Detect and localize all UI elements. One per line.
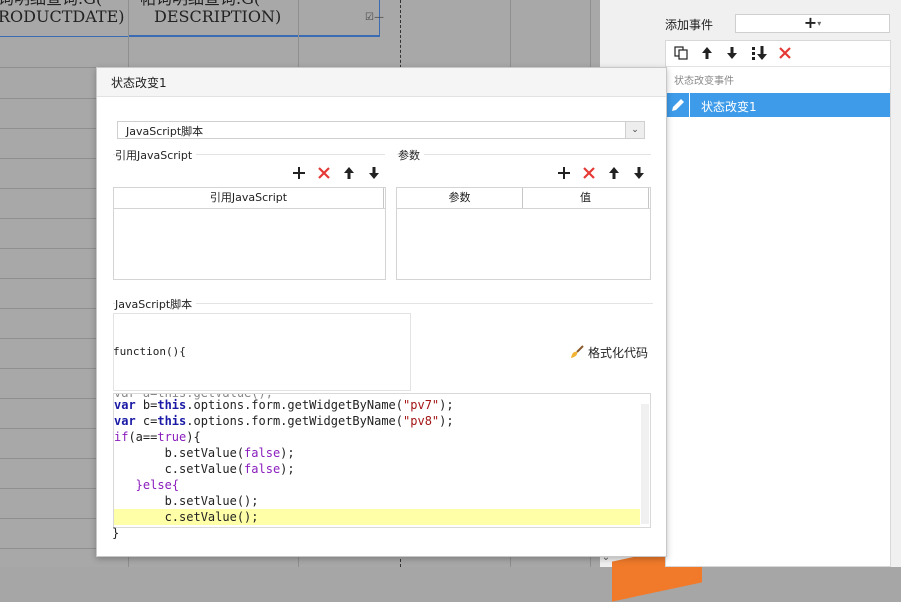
code-line: b.setValue(); (114, 494, 259, 508)
delete-icon[interactable] (778, 46, 792, 60)
code-line: b.setValue(false); (114, 446, 295, 460)
plus-icon (558, 167, 570, 179)
arrow-up-icon (344, 167, 354, 179)
move-down-param-button[interactable] (631, 165, 647, 181)
event-category-label: 状态改变事件 (674, 76, 734, 87)
move-down-icon[interactable] (725, 46, 739, 60)
event-edit-dialog: 状态改变1 JavaScript脚本 ⌄ 引用JavaScript 引用Java… (96, 67, 667, 557)
arrow-down-icon (369, 167, 379, 179)
caret-down-icon: ▾ (817, 19, 822, 28)
event-toolbar (666, 41, 890, 67)
plus-icon (293, 167, 305, 179)
code-line: if(a==true){ (114, 430, 201, 444)
ref-js-table[interactable]: 引用JavaScript (113, 187, 386, 280)
delete-icon (583, 167, 595, 179)
move-down-ref-js-button[interactable] (366, 165, 382, 181)
code-line: }else{ (114, 478, 180, 492)
event-list-panel: 状态改变事件 状态改变1 (665, 40, 891, 567)
arrow-up-icon (609, 167, 619, 179)
add-event-button[interactable]: +▾ (735, 14, 890, 33)
code-line-active: c.setValue(); (114, 509, 640, 525)
dialog-title: 状态改变1 (111, 76, 167, 90)
script-type-select[interactable]: JavaScript脚本 ⌄ (117, 121, 645, 139)
add-param-button[interactable] (556, 165, 572, 181)
code-editor[interactable]: var a=this.getValue(); var b=this.option… (113, 393, 651, 528)
move-up-ref-js-button[interactable] (341, 165, 357, 181)
params-table-header: 参数 值 (397, 188, 650, 209)
code-line: c.setValue(false); (114, 462, 295, 476)
header-cell-line2: RODUCTDATE) (0, 7, 125, 26)
script-type-value: JavaScript脚本 (126, 125, 204, 138)
event-item-label: 状态改变1 (701, 100, 757, 114)
group-divider (397, 154, 651, 155)
script-group-label: JavaScript脚本 (115, 296, 197, 312)
editor-scrollbar[interactable] (641, 404, 649, 524)
move-up-icon[interactable] (700, 46, 714, 60)
event-list-item[interactable]: 状态改变1 (666, 93, 890, 117)
delete-param-button[interactable] (581, 165, 597, 181)
add-ref-js-button[interactable] (291, 165, 307, 181)
arrow-down-icon (634, 167, 644, 179)
column-header-ref-js[interactable]: 引用JavaScript (114, 188, 384, 208)
params-group-label: 参数 (398, 147, 424, 163)
header-cell-line2: DESCRIPTION) (154, 7, 282, 26)
column-header-value[interactable]: 值 (523, 188, 649, 208)
ref-js-group-label: 引用JavaScript (115, 147, 197, 163)
cell-widget-marker[interactable]: ☑— (365, 12, 384, 23)
copy-icon[interactable] (674, 46, 688, 60)
header-cell-productdate[interactable]: 询明细查询.G( RODUCTDATE) (0, 0, 125, 26)
function-header-text: function(){ (113, 345, 186, 358)
header-cell-description[interactable]: 帕询明细查询.G( DESCRIPTION) (140, 0, 281, 26)
code-line: var b=this.options.form.getWidgetByName(… (114, 398, 454, 412)
ref-js-table-header: 引用JavaScript (114, 188, 385, 209)
code-line: var c=this.options.form.getWidgetByName(… (114, 414, 454, 428)
dialog-title-bar[interactable]: 状态改变1 (97, 68, 666, 97)
format-code-label: 格式化代码 (588, 346, 649, 360)
chevron-down-icon[interactable]: ⌄ (625, 122, 644, 138)
plus-icon: + (803, 13, 818, 32)
brush-icon (570, 345, 584, 359)
params-table[interactable]: 参数 值 (396, 187, 651, 280)
delete-icon (318, 167, 330, 179)
pencil-icon[interactable] (666, 93, 690, 117)
move-to-bottom-icon[interactable] (751, 45, 767, 61)
add-event-label: 添加事件 (665, 18, 714, 32)
function-close-brace: } (112, 526, 120, 540)
move-up-param-button[interactable] (606, 165, 622, 181)
delete-ref-js-button[interactable] (316, 165, 332, 181)
format-code-button[interactable]: 格式化代码 (570, 344, 648, 361)
column-header-param[interactable]: 参数 (397, 188, 523, 208)
